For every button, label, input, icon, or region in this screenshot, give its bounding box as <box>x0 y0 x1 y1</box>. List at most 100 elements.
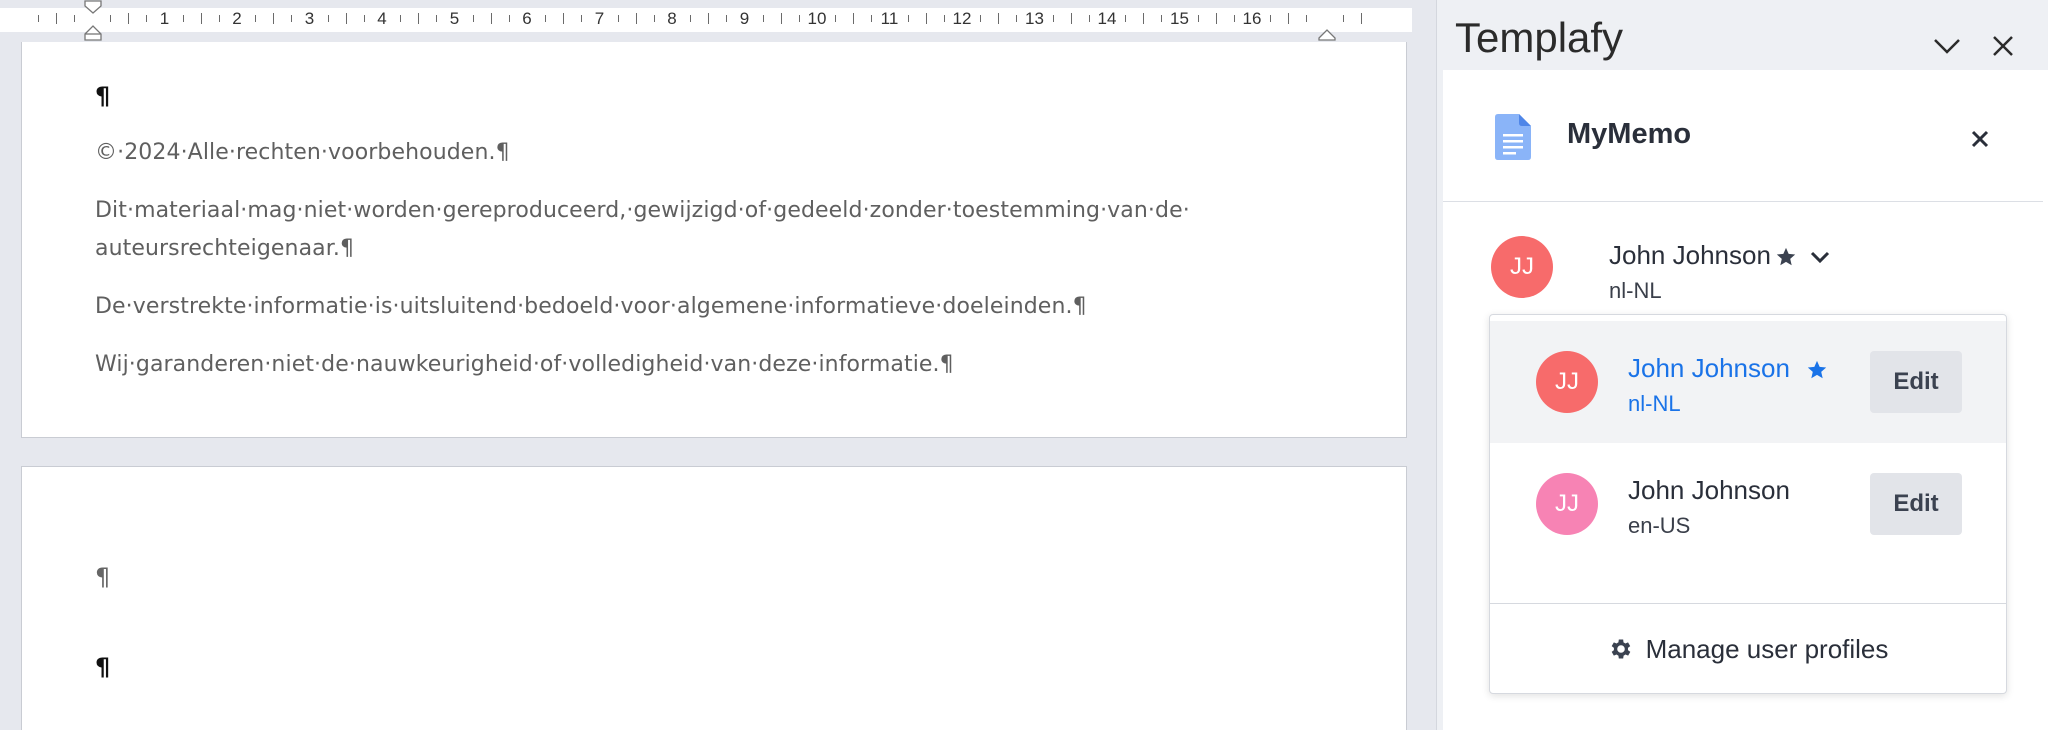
ruler-tick <box>345 13 347 24</box>
ruler-tick <box>726 15 728 22</box>
informational-purpose-line[interactable]: De·verstrekte·informatie·is·uitsluitend·… <box>95 288 1087 326</box>
ruler-tick <box>617 15 619 22</box>
ruler-tick <box>1143 13 1145 24</box>
ruler-tick <box>327 15 329 22</box>
ruler-tick <box>472 15 474 22</box>
ruler-tick <box>690 15 692 22</box>
profile-name: John Johnson <box>1628 475 1790 505</box>
ruler-tick <box>200 13 202 24</box>
profile-option-en-us[interactable]: JJ John Johnson en-US Edit <box>1490 443 2006 565</box>
ruler-tick <box>1306 15 1308 22</box>
ruler-tick <box>563 13 565 24</box>
ruler-tick <box>871 15 873 22</box>
ruler-tick <box>146 15 148 22</box>
ruler-tick <box>1088 15 1090 22</box>
ruler-tick <box>998 13 1000 24</box>
reproduction-notice-line-2[interactable]: auteursrechteigenaar.¶ <box>95 230 354 268</box>
ruler-tick <box>980 15 982 22</box>
ruler-tick <box>110 15 112 22</box>
ruler-number: 15 <box>1170 9 1189 28</box>
ruler-tick <box>653 15 655 22</box>
ruler-tick <box>545 15 547 22</box>
ruler-number: 3 <box>304 9 315 28</box>
divider <box>1490 603 2006 604</box>
ruler-tick <box>218 15 220 22</box>
horizontal-ruler[interactable]: 1 2 3 4 5 6 7 8 9 10 11 12 13 14 15 16 <box>0 0 1436 42</box>
ruler-tick <box>418 13 420 24</box>
ruler-tick <box>73 15 75 22</box>
ruler-tick <box>55 13 57 24</box>
avatar: JJ <box>1491 236 1553 298</box>
profile-locale: en-US <box>1628 513 1691 538</box>
ruler-tick <box>490 13 492 24</box>
star-icon <box>1776 247 1796 266</box>
profile-dropdown: JJ John Johnson nl-NL Edit JJ John Johns… <box>1489 314 2007 694</box>
template-header: MyMemo <box>1443 70 2043 202</box>
ruler-tick <box>1125 15 1127 22</box>
manage-user-profiles-button[interactable]: Manage user profiles <box>1490 605 2006 693</box>
ruler-number: 12 <box>952 9 972 28</box>
ruler-number: 2 <box>232 9 242 28</box>
current-profile-name: John Johnson <box>1609 240 1771 270</box>
template-name: MyMemo <box>1567 118 1692 150</box>
template-close-button[interactable] <box>1965 124 1995 154</box>
gear-icon <box>1611 639 1630 659</box>
ruler-tick <box>273 13 275 24</box>
ruler-band <box>0 8 1412 32</box>
profile-name: John Johnson <box>1628 353 1790 383</box>
ruler-tick <box>182 15 184 22</box>
document-page-2[interactable]: ¶ ¶ <box>21 466 1407 730</box>
ruler-tick <box>1070 13 1072 24</box>
close-icon <box>1993 36 2013 56</box>
ruler-number: 5 <box>449 9 460 28</box>
left-indent-marker[interactable] <box>82 0 104 46</box>
ruler-number: 13 <box>1025 9 1044 28</box>
no-guarantee-line[interactable]: Wij·garanderen·niet·de·nauwkeurigheid·of… <box>95 346 954 384</box>
ruler-number: 7 <box>594 9 605 28</box>
ruler-tick <box>1215 13 1217 24</box>
ruler-tick <box>1360 13 1362 24</box>
ruler-tick <box>508 15 510 22</box>
pane-close-button[interactable] <box>1983 26 2023 66</box>
ruler-tick <box>635 13 637 24</box>
document-page-1[interactable]: ¶ ©·2024·Alle·rechten·voorbehouden.¶ Dit… <box>21 42 1407 438</box>
close-icon <box>1971 130 1989 148</box>
profile-selector[interactable]: JJ John Johnson nl-NL <box>1491 228 1911 308</box>
ruler-number: 9 <box>739 9 750 28</box>
right-indent-marker[interactable] <box>1316 0 1338 46</box>
pane-options-button[interactable] <box>1927 26 1967 66</box>
ruler-tick <box>291 15 293 22</box>
ruler-tick <box>835 15 837 22</box>
ruler-tick <box>1052 15 1054 22</box>
profile-option-nl-nl[interactable]: JJ John Johnson nl-NL Edit <box>1490 321 2006 443</box>
edit-profile-button[interactable]: Edit <box>1870 351 1962 413</box>
ruler-tick <box>1233 15 1235 22</box>
ruler-tick <box>708 13 710 24</box>
avatar: JJ <box>1536 473 1598 535</box>
paragraph-mark: ¶ <box>95 563 111 591</box>
ruler-number: 10 <box>807 9 827 28</box>
ruler-tick <box>1016 15 1018 22</box>
ruler-number: 1 <box>159 9 170 28</box>
document-icon <box>1495 114 1531 160</box>
ruler-tick <box>255 15 257 22</box>
ruler-tick <box>1288 13 1290 24</box>
ruler-tick <box>780 13 782 24</box>
ruler-tick <box>1161 15 1163 22</box>
manage-user-profiles-label: Manage user profiles <box>1645 633 1889 664</box>
current-profile-locale: nl-NL <box>1609 278 1662 303</box>
ruler-tick <box>925 13 927 24</box>
copyright-line[interactable]: ©·2024·Alle·rechten·voorbehouden.¶ <box>95 134 510 172</box>
ruler-tick <box>798 15 800 22</box>
ruler-number: 6 <box>522 9 532 28</box>
ruler-number: 8 <box>667 9 677 28</box>
reproduction-notice-line-1[interactable]: Dit·materiaal·mag·niet·worden·gereproduc… <box>95 192 1190 230</box>
ruler-tick <box>400 15 402 22</box>
ruler-tick <box>436 15 438 22</box>
pane-title: Templafy <box>1455 14 1624 61</box>
star-icon <box>1807 360 1827 379</box>
document-area: 1 2 3 4 5 6 7 8 9 10 11 12 13 14 15 16 ¶ ©·2024·Alle·re… <box>0 0 1436 730</box>
paragraph-mark: ¶ <box>95 653 111 681</box>
templafy-pane: Templafy MyMemo JJ John Johnson nl-NL JJ… <box>1436 0 2048 730</box>
edit-profile-button[interactable]: Edit <box>1870 473 1962 535</box>
